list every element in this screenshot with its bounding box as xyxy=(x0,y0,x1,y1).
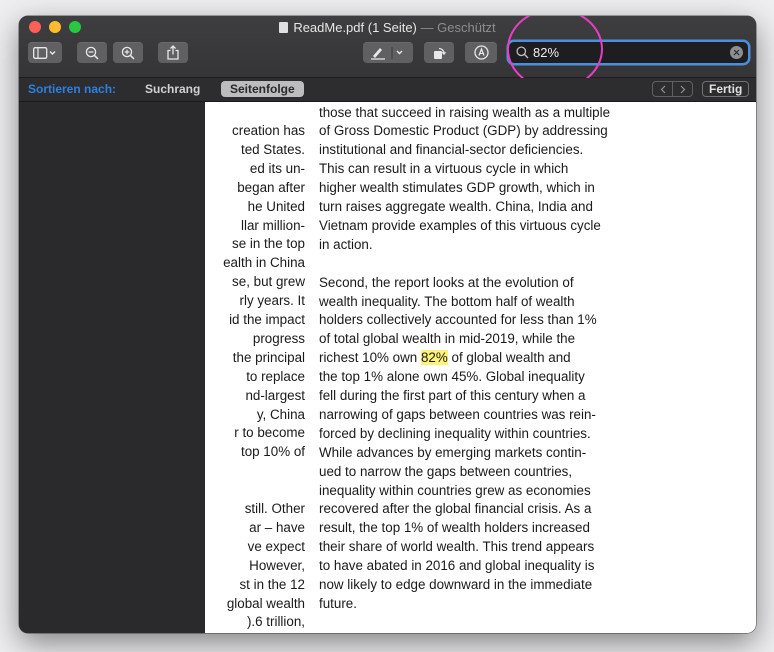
titlebar: ReadMe.pdf (1 Seite) — Geschützt xyxy=(19,16,756,90)
left-column-line: se, but grew xyxy=(232,274,305,290)
rotate-button[interactable] xyxy=(424,42,454,63)
left-column-line: the principal xyxy=(232,349,305,365)
left-column-line: r to become xyxy=(234,425,305,441)
window-title: ReadMe.pdf (1 Seite) — Geschützt xyxy=(19,20,756,35)
left-column-line: ed its un- xyxy=(249,160,305,176)
chevron-down-icon xyxy=(49,50,56,55)
share-icon xyxy=(167,45,179,60)
right-column-line: of total global wealth in mid-2019, whil… xyxy=(319,331,576,347)
left-column-line: ted States. xyxy=(240,141,305,157)
window-title-text: ReadMe.pdf (1 Seite) xyxy=(293,20,417,35)
annotate-icon xyxy=(473,45,489,60)
clear-search-icon[interactable] xyxy=(730,46,743,59)
right-column-line: turn raises aggregate wealth. China, Ind… xyxy=(319,199,593,214)
right-column-line: in action. xyxy=(319,236,373,252)
right-column-line: Second, the report looks at the evolutio… xyxy=(319,274,574,290)
previous-result-button[interactable] xyxy=(653,82,672,96)
left-column-line: nd-largest xyxy=(245,387,305,403)
line-text-before-match: richest 10% own xyxy=(319,350,421,366)
right-column-line: holders collectively accounted for less … xyxy=(319,312,597,328)
right-column-line: ued to narrow the gaps between countries… xyxy=(319,463,573,479)
right-column-line: narrowing of gaps between countries was … xyxy=(319,406,596,422)
left-column-line: he United xyxy=(247,198,305,214)
annotate-button[interactable] xyxy=(465,42,497,63)
right-column-line: While advances by emerging markets conti… xyxy=(319,444,587,460)
rotate-icon xyxy=(434,47,446,59)
sidebar-icon xyxy=(33,46,56,59)
sort-by-relevance-button[interactable]: Suchrang xyxy=(136,81,209,97)
right-column-line: forced by declining inequality within co… xyxy=(319,425,591,441)
right-column-line: Vietnam provide examples of this virtuou… xyxy=(319,217,601,233)
zoom-in-icon xyxy=(121,46,135,60)
left-column-line: id the impact xyxy=(229,312,305,327)
preview-window: ReadMe.pdf (1 Seite) — Geschützt 82% Sor… xyxy=(19,16,756,633)
search-input[interactable] xyxy=(533,44,713,61)
right-column-line: fell during the first part of this centu… xyxy=(319,388,586,403)
right-column-line: inequality within countries grew as econ… xyxy=(319,482,591,498)
right-column-line: higher wealth stimulates GDP growth, whi… xyxy=(319,180,595,196)
right-column-line: to have abated in 2016 and global inequa… xyxy=(319,558,595,574)
left-column-line: se in the top xyxy=(232,236,305,252)
left-column-line: global wealth xyxy=(226,595,305,611)
right-column-line: their share of world wealth. This trend … xyxy=(319,539,595,555)
left-column-line: creation has xyxy=(232,123,305,138)
right-column-line: recovered after the global financial cri… xyxy=(319,501,592,517)
chevron-left-icon xyxy=(660,85,665,93)
line-text-after-match: of global wealth and xyxy=(447,350,571,366)
left-column-line: However, xyxy=(249,557,305,573)
left-column-line: ve expect xyxy=(247,538,305,554)
window-title-separator: — xyxy=(420,20,434,35)
left-column-line: ).6 trillion, xyxy=(246,614,305,630)
next-result-button[interactable] xyxy=(672,82,692,96)
right-column-line: of Gross Domestic Product (GDP) by addre… xyxy=(319,123,608,139)
share-button[interactable] xyxy=(158,42,188,63)
left-column-line: to replace xyxy=(246,368,305,384)
window-title-status: Geschützt xyxy=(437,20,496,35)
right-column-line: richest 10% own 82% of global wealth and xyxy=(319,349,571,368)
search-results-sidebar xyxy=(19,102,205,633)
left-column-line: still. Other xyxy=(244,501,305,516)
left-column-line: rly years. It xyxy=(239,293,305,309)
left-column-line: st in the 12 xyxy=(239,576,305,592)
sidebar-toggle-button[interactable] xyxy=(28,42,62,63)
left-column-line: ealth in China xyxy=(223,255,305,271)
zoom-out-icon xyxy=(85,46,99,60)
sort-by-page-order-button[interactable]: Seitenfolge xyxy=(221,81,304,97)
document-view[interactable]: creation has ted States. ed its un- began … xyxy=(205,102,756,633)
zoom-out-button[interactable] xyxy=(77,42,107,63)
pdf-document-icon xyxy=(279,22,289,33)
search-icon xyxy=(516,46,529,59)
left-column-line: progress xyxy=(252,330,305,346)
done-button[interactable]: Fertig xyxy=(702,81,750,97)
search-field[interactable] xyxy=(509,42,748,63)
zoom-in-button[interactable] xyxy=(113,42,143,63)
right-column-line: now likely to edge downward in the immed… xyxy=(319,577,593,592)
find-results-bar: Sortieren nach: Suchrang Seitenfolge Fer… xyxy=(19,78,756,102)
right-column-line: This can result in a virtuous cycle in w… xyxy=(319,161,569,177)
search-match-highlight[interactable]: 82% xyxy=(420,350,448,366)
result-navigation xyxy=(652,81,693,97)
left-column-line: began after xyxy=(237,179,305,195)
right-column-line: those that succeed in raising wealth as … xyxy=(319,104,611,120)
right-column-line: result, the top 1% of wealth holders inc… xyxy=(319,520,590,536)
markup-button[interactable] xyxy=(363,42,413,63)
left-column-line: ar – have xyxy=(249,519,305,535)
right-column-line: the top 1% alone own 45%. Global inequal… xyxy=(319,369,585,385)
left-column-line: y, China xyxy=(256,406,305,422)
left-column-line: llar million- xyxy=(241,217,305,233)
markup-pen-icon xyxy=(371,46,403,60)
right-column-line: wealth inequality. The bottom half of we… xyxy=(319,293,575,309)
left-column-line: top 10% of xyxy=(240,444,305,460)
right-column-line: future. xyxy=(319,595,357,611)
sort-by-label: Sortieren nach: xyxy=(28,82,117,96)
right-column-line: institutional and financial-sector defic… xyxy=(319,142,584,158)
chevron-right-icon xyxy=(680,85,685,93)
pdf-page: creation has ted States. ed its un- began … xyxy=(205,102,756,633)
